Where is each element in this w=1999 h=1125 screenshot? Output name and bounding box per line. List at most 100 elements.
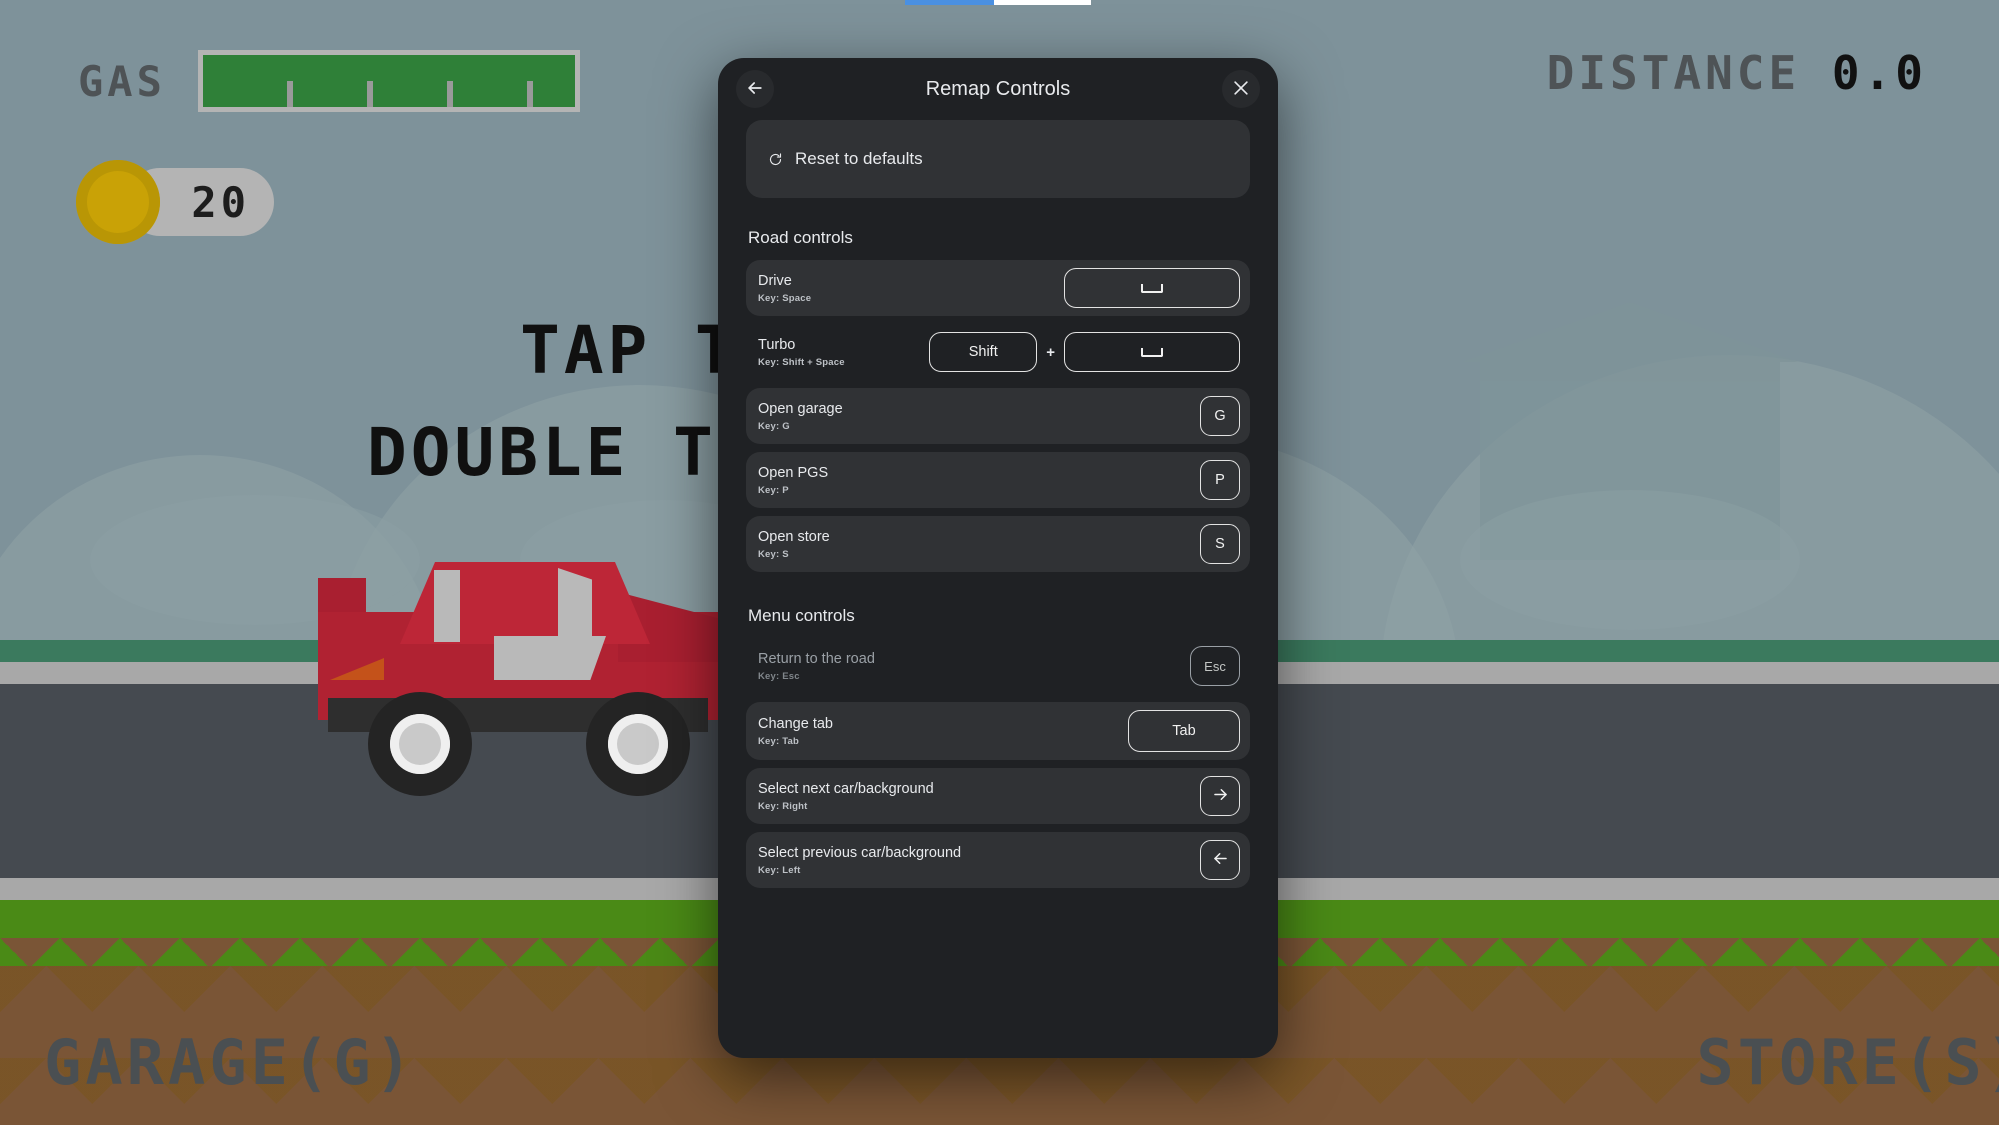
back-button[interactable] [736,70,774,108]
close-icon [1231,78,1251,101]
spacebar-icon [1141,283,1163,293]
keycap-label: Shift [968,344,998,360]
control-action-name: Return to the road [758,650,875,667]
keycap-button[interactable]: P [1200,460,1240,500]
control-row[interactable]: Select next car/background Key: Right [746,768,1250,824]
control-action-name: Change tab [758,715,833,732]
gas-label: GAS [78,56,166,106]
coin-hud: 20 [76,160,274,244]
control-action-name: Open PGS [758,464,829,481]
control-keycaps [1200,840,1240,880]
dialog-header: Remap Controls [718,58,1278,120]
keycap-button[interactable] [1064,332,1240,372]
control-row-text: Open store Key: S [758,528,1200,560]
gas-tick [366,81,373,107]
control-key-label: Key: Esc [758,671,800,683]
control-row[interactable]: Open PGS Key: P P [746,452,1250,508]
car-window [494,636,606,680]
control-row-text: Turbo Key: Shift + Space [758,336,929,368]
control-row-text: Drive Key: Space [758,272,1064,304]
keycap-button[interactable] [1200,840,1240,880]
control-row[interactable]: Return to the road Key: Esc Esc [746,638,1250,694]
distance-label: DISTANCE [1546,46,1801,100]
arrow-left-icon [1211,849,1230,872]
control-action-name: Drive [758,272,792,289]
arrow-left-icon [745,78,765,101]
keycap-button[interactable]: S [1200,524,1240,564]
control-row[interactable]: Turbo Key: Shift + Space Shift + [746,324,1250,380]
control-key-label: Key: G [758,421,790,433]
control-keycaps: G [1200,396,1240,436]
keycap-button[interactable] [1200,776,1240,816]
control-action-name: Select previous car/background [758,844,962,861]
keycap-button[interactable]: Shift [929,332,1038,372]
keycap-label: G [1214,408,1226,424]
keycap-label: Tab [1172,723,1196,739]
page-load-progress-fill [905,0,995,5]
car-wheel-rear [368,692,472,796]
control-key-label: Key: Right [758,801,808,813]
distance-hud: DISTANCE 0.0 [1547,46,1927,100]
control-keycaps: S [1200,524,1240,564]
page-load-progress-bar [905,0,1091,5]
control-row-text: Change tab Key: Tab [758,715,1128,747]
control-action-name: Select next car/background [758,780,934,797]
control-keycaps: Esc [1190,646,1240,686]
control-action-name: Open garage [758,400,843,417]
control-row[interactable]: Drive Key: Space [746,260,1250,316]
gas-bar [197,50,580,112]
close-button[interactable] [1222,70,1260,108]
control-row[interactable]: Change tab Key: Tab Tab [746,702,1250,760]
control-sections: Road controls Drive Key: Space Turbo Key: Sh… [746,228,1250,888]
control-key-label: Key: Space [758,293,812,305]
control-keycaps: Tab [1128,710,1240,752]
dialog-body: Reset to defaults Road controls Drive Key:… [718,120,1278,1058]
key-combo-plus: + [1046,343,1055,361]
arrow-right-icon [1211,785,1230,808]
keycap-label: P [1215,472,1225,488]
garage-label[interactable]: GARAGE(G) [44,1026,416,1099]
control-keycaps [1200,776,1240,816]
keycap-button[interactable]: Esc [1190,646,1240,686]
keycap-button[interactable] [1064,268,1240,308]
reset-to-defaults-label: Reset to defaults [795,149,923,168]
keycap-button[interactable]: G [1200,396,1240,436]
store-label[interactable]: STORE(S) [1696,1026,1999,1099]
gas-hud: GAS [78,50,580,112]
section-title: Menu controls [748,606,855,625]
section-title: Road controls [748,228,853,247]
control-key-label: Key: Left [758,865,801,877]
keycap-button[interactable]: Tab [1128,710,1240,752]
screen-root: GAS 20 DISTANCE 0.0 TAP TO DRIVE DOUBLE [0,0,1999,1125]
keycap-label: Esc [1204,658,1226,674]
gas-tick [446,81,453,107]
refresh-icon [768,152,783,167]
keycap-label: S [1215,536,1225,552]
spacebar-icon [1141,347,1163,357]
control-action-name: Turbo [758,336,796,353]
gas-bar-fill [202,55,575,107]
control-key-label: Key: Tab [758,736,800,748]
distance-value: 0.0 [1831,46,1927,100]
control-keycaps [1064,268,1240,308]
control-keycaps: P [1200,460,1240,500]
gas-tick [286,81,293,107]
control-keycaps: Shift + [929,332,1240,372]
reset-to-defaults-button[interactable]: Reset to defaults [746,120,1250,198]
control-key-label: Key: Shift + Space [758,357,845,369]
control-row[interactable]: Open garage Key: G G [746,388,1250,444]
control-row[interactable]: Open store Key: S S [746,516,1250,572]
remap-controls-dialog: Remap Controls Reset to defaults Road co… [718,58,1278,1058]
control-key-label: Key: S [758,549,789,561]
player-car [318,540,748,796]
control-row-text: Select previous car/background Key: Left [758,844,1200,876]
control-row-text: Return to the road Key: Esc [758,650,1190,682]
control-row-text: Open garage Key: G [758,400,1200,432]
background-bush [1460,490,1800,630]
control-row[interactable]: Select previous car/background Key: Left [746,832,1250,888]
dialog-title: Remap Controls [925,77,1071,100]
coin-icon [76,160,160,244]
control-key-label: Key: P [758,485,789,497]
control-action-name: Open store [758,528,830,545]
